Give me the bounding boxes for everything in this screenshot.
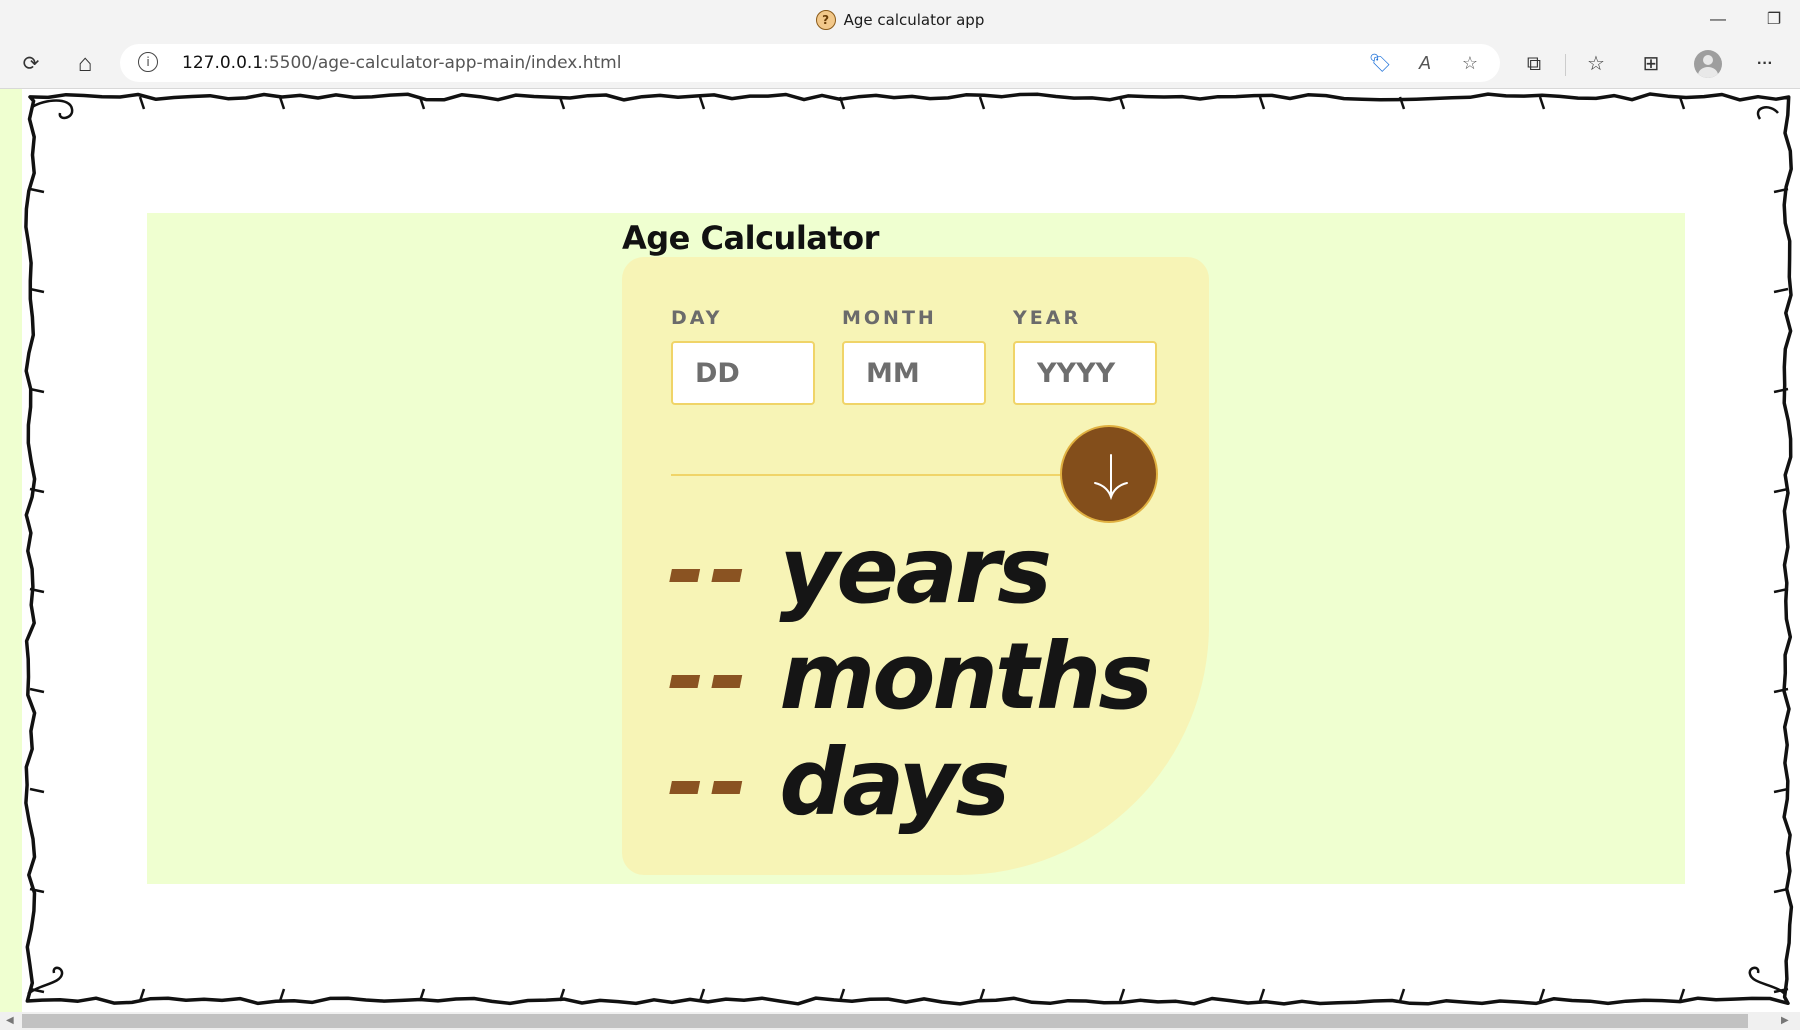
address-bar[interactable]: i 127.0.0.1:5500/age-calculator-app-main… xyxy=(120,44,1500,82)
horizontal-scrollbar[interactable]: ◀ ▶ xyxy=(0,1012,1800,1030)
border-notch xyxy=(1118,988,1126,1002)
border-notch xyxy=(29,787,45,794)
result-years: -- years xyxy=(667,517,1052,624)
years-unit: years xyxy=(779,517,1052,624)
home-icon[interactable]: ⌂ xyxy=(69,48,101,80)
border-notch xyxy=(29,187,45,194)
months-value: -- xyxy=(667,623,752,730)
minimize-icon[interactable]: — xyxy=(1704,6,1732,34)
scrollbar-thumb[interactable] xyxy=(22,1014,1748,1028)
url-path: :5500/age-calculator-app-main/index.html xyxy=(263,53,622,73)
favicon-icon: ? xyxy=(815,10,836,30)
collections-icon[interactable]: ⊞ xyxy=(1635,48,1667,80)
more-menu-icon[interactable]: ··· xyxy=(1749,48,1781,80)
arrow-down-icon xyxy=(1094,454,1128,501)
border-notch xyxy=(278,96,286,110)
month-label: MONTH xyxy=(842,307,937,329)
restore-icon[interactable]: ❐ xyxy=(1760,6,1788,34)
app-title: Age Calculator xyxy=(622,219,879,257)
border-notch xyxy=(29,887,45,894)
price-tag-icon[interactable]: 🏷 xyxy=(1365,48,1395,78)
result-months: -- months xyxy=(667,623,1153,730)
border-notch xyxy=(1538,988,1546,1002)
days-value: -- xyxy=(667,729,752,836)
browser-toolbar: ⟳ ⌂ i 127.0.0.1:5500/age-calculator-app-… xyxy=(0,40,1800,89)
add-favorite-icon[interactable]: ☆ xyxy=(1455,48,1485,78)
toolbar-divider xyxy=(1565,54,1566,76)
border-notch xyxy=(698,988,706,1002)
year-label: YEAR xyxy=(1013,307,1082,329)
url-text[interactable]: 127.0.0.1:5500/age-calculator-app-main/i… xyxy=(182,53,621,73)
form-divider xyxy=(671,474,1111,476)
border-notch xyxy=(278,988,286,1002)
age-calculator-card: DAY MONTH YEAR -- years -- months -- days xyxy=(622,257,1209,875)
border-notch xyxy=(978,96,986,110)
year-input[interactable] xyxy=(1013,341,1157,405)
border-notch xyxy=(1258,988,1266,1002)
url-host: 127.0.0.1 xyxy=(182,53,264,73)
result-days: -- days xyxy=(667,729,1010,836)
browser-title-bar: ? Age calculator app — ❐ xyxy=(0,0,1800,40)
scroll-right-icon[interactable]: ▶ xyxy=(1781,1014,1789,1028)
day-input[interactable] xyxy=(671,341,815,405)
page-viewport: Age Calculator DAY MONTH YEAR -- years --… xyxy=(0,89,1800,1012)
profile-avatar-icon[interactable] xyxy=(1694,50,1722,78)
site-info-icon[interactable]: i xyxy=(138,52,158,72)
border-notch xyxy=(698,96,706,110)
border-notch xyxy=(1773,487,1789,494)
day-label: DAY xyxy=(671,307,723,329)
border-notch xyxy=(29,287,45,294)
years-value: -- xyxy=(667,517,752,624)
favorites-icon[interactable]: ☆ xyxy=(1580,48,1612,80)
window-title: Age calculator app xyxy=(843,11,985,29)
months-unit: months xyxy=(779,623,1153,730)
read-aloud-icon[interactable]: A xyxy=(1410,48,1440,78)
extensions-icon[interactable]: ⧉ xyxy=(1518,48,1550,80)
border-notch xyxy=(138,96,146,110)
border-notch xyxy=(1258,96,1266,110)
scroll-left-icon[interactable]: ◀ xyxy=(6,1014,14,1028)
calculate-button[interactable] xyxy=(1060,425,1158,523)
window-title-group: ? Age calculator app xyxy=(0,10,1800,30)
border-notch xyxy=(1773,287,1789,294)
border-notch xyxy=(1538,96,1546,110)
days-unit: days xyxy=(779,729,1010,836)
border-notch xyxy=(1398,988,1406,1002)
refresh-icon[interactable]: ⟳ xyxy=(15,48,47,80)
month-input[interactable] xyxy=(842,341,986,405)
border-notch xyxy=(29,687,45,694)
